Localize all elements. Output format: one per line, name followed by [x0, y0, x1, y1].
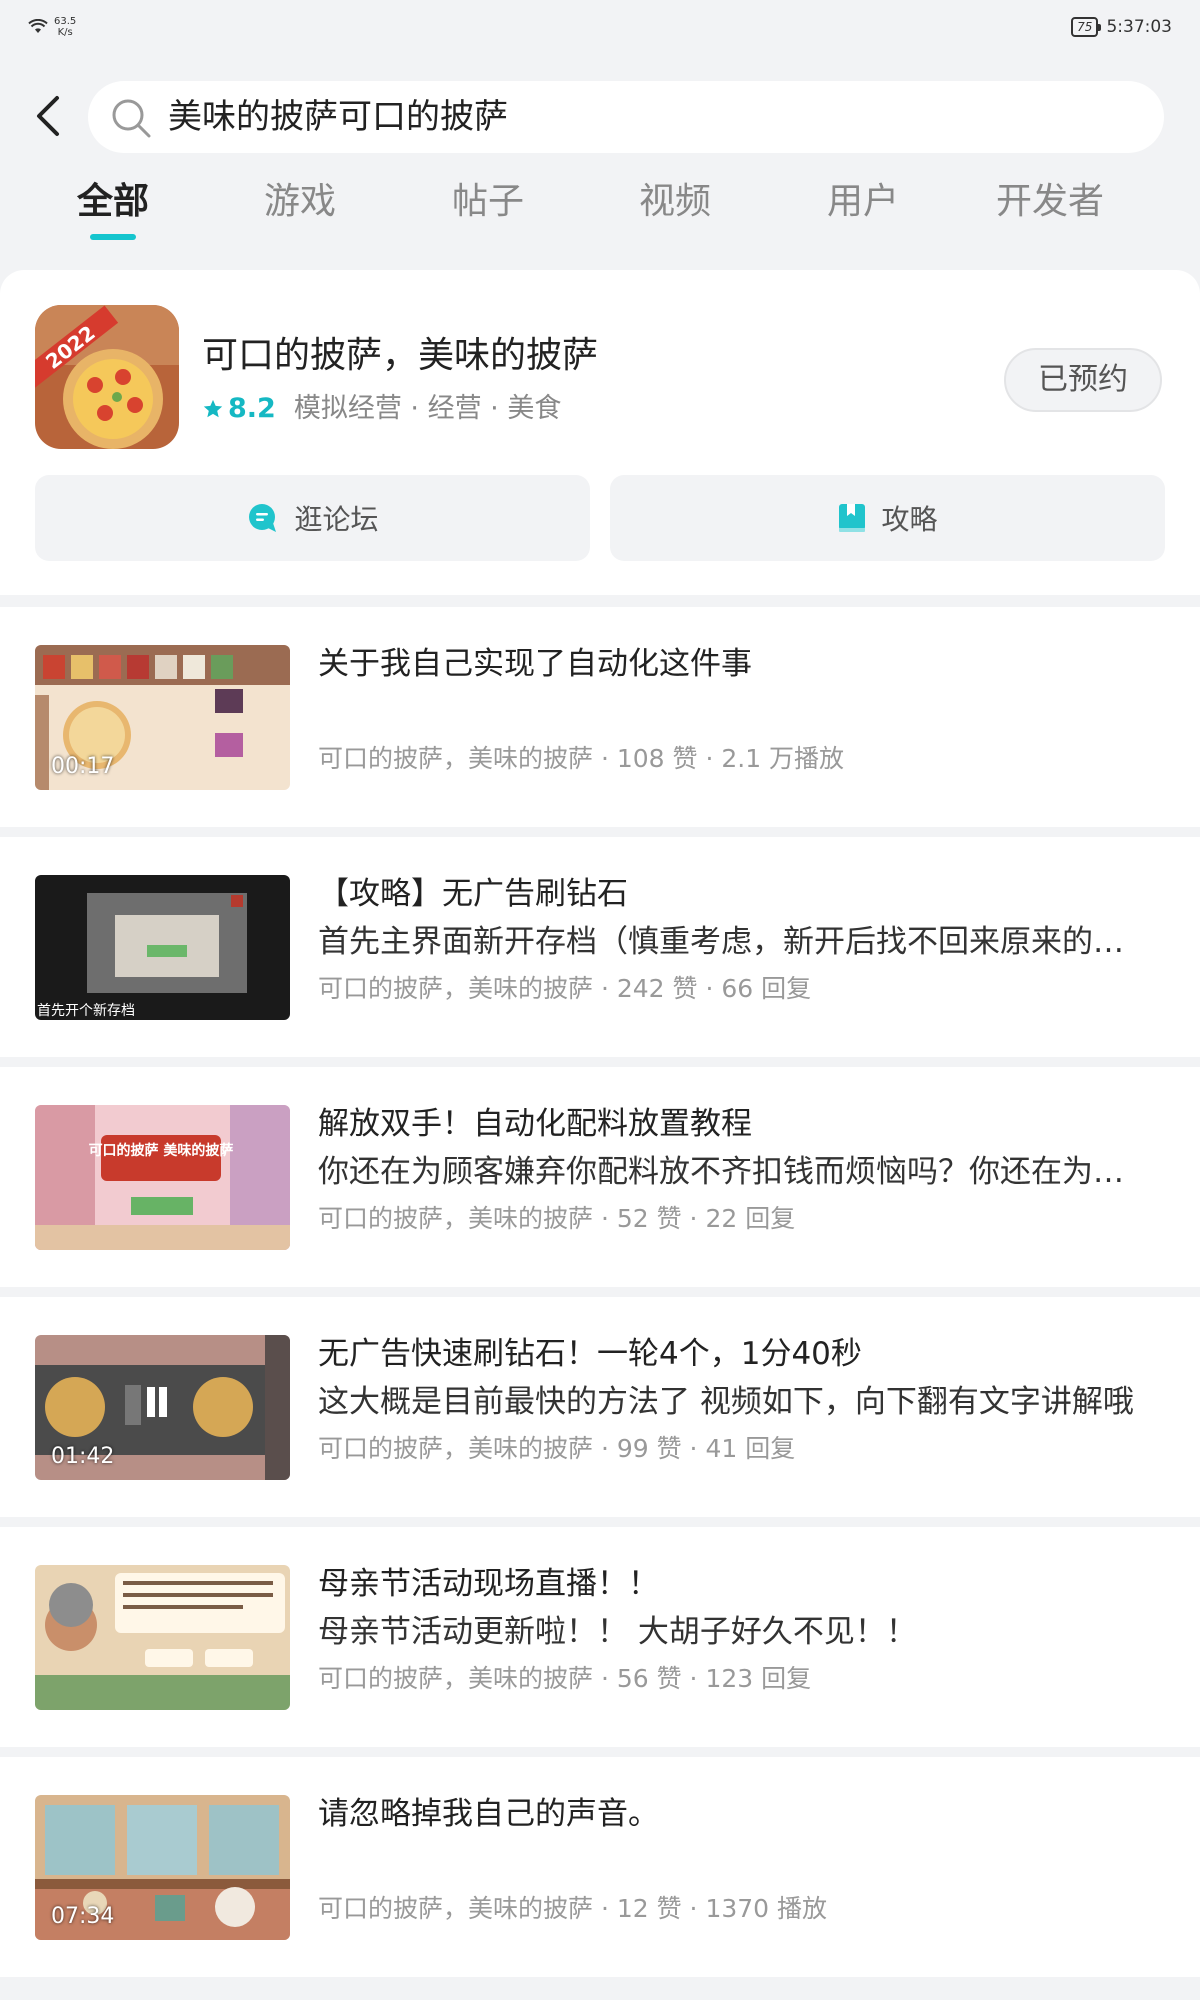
thumbnail-caption: 可口的披萨 美味的披萨 — [89, 1142, 234, 1159]
tab-label: 帖子 — [451, 181, 524, 222]
tab-label: 开发者 — [995, 181, 1104, 222]
back-button[interactable] — [20, 88, 76, 144]
video-duration: 01:42 — [51, 1444, 115, 1469]
video-thumbnail: 00:17 — [35, 645, 290, 790]
network-speed-unit: K/s — [57, 27, 73, 38]
book-icon — [839, 504, 866, 532]
item-title: 解放双手！自动化配料放置教程 — [318, 1106, 752, 1142]
item-meta: 可口的披萨，美味的披萨 · 99 赞 · 41 回复 — [318, 1434, 796, 1463]
network-speed: 63.5 K/s — [54, 16, 76, 38]
post-item[interactable]: 母亲节活动现场直播！！ 母亲节活动更新啦！！ 大胡子好久不见！！ 可口的披萨，美… — [0, 1527, 1200, 1747]
network-speed-value: 63.5 — [54, 16, 77, 27]
tab-label: 用户 — [826, 181, 899, 222]
battery-icon: 75 — [1071, 17, 1102, 37]
tab-label: 游戏 — [263, 181, 336, 222]
video-thumbnail: 01:42 — [35, 1335, 290, 1480]
search-icon — [112, 99, 151, 138]
network-status: 63.5 K/s — [28, 16, 76, 38]
item-title: 【攻略】无广告刷钻石 — [318, 876, 628, 912]
item-description: 首先主界面新开存档（慎重考虑，新开后找不回来原来的存档） — [318, 924, 1148, 960]
status-bar: 63.5 K/s 75 5:37:03 — [0, 0, 1200, 56]
item-meta: 可口的披萨，美味的披萨 · 52 赞 · 22 回复 — [318, 1204, 796, 1233]
search-query: 美味的披萨可口的披萨 — [168, 97, 508, 137]
reserved-button[interactable]: 已预约 — [1004, 348, 1162, 412]
item-description: 母亲节活动更新啦！！ 大胡子好久不见！！ — [318, 1614, 917, 1650]
post-item[interactable]: 首先开个新存档 【攻略】无广告刷钻石 首先主界面新开存档（慎重考虑，新开后找不回… — [0, 837, 1200, 1057]
search-row: 美味的披萨可口的披萨 — [0, 78, 1200, 154]
post-thumbnail — [35, 1565, 290, 1710]
video-item[interactable]: 00:17 关于我自己实现了自动化这件事 可口的披萨，美味的披萨 · 108 赞… — [0, 607, 1200, 827]
chat-bubble-icon — [249, 504, 277, 532]
search-input[interactable]: 美味的披萨可口的披萨 — [88, 81, 1164, 153]
item-description: 这大概是目前最快的方法了 视频如下，向下翻有文字讲解哦 — [318, 1384, 1134, 1420]
tab-users[interactable]: 用户 — [793, 180, 933, 224]
post-thumbnail: 可口的披萨 美味的披萨 — [35, 1105, 290, 1250]
chevron-left-icon — [37, 96, 59, 136]
item-meta: 可口的披萨，美味的披萨 · 56 赞 · 123 回复 — [318, 1664, 812, 1693]
item-meta: 可口的披萨，美味的披萨 · 242 赞 · 66 回复 — [318, 974, 812, 1003]
video-item[interactable]: 01:42 无广告快速刷钻石！一轮4个，1分40秒 这大概是目前最快的方法了 视… — [0, 1297, 1200, 1517]
tab-label: 视频 — [638, 181, 711, 222]
video-duration: 00:17 — [51, 754, 115, 779]
guide-button[interactable]: 攻略 — [610, 475, 1165, 561]
thumbnail-caption: 首先开个新存档 — [37, 1003, 135, 1019]
video-thumbnail: 07:34 — [35, 1795, 290, 1940]
game-card[interactable]: 2022 可口的披萨，美味的披萨 8.2 模拟经营 · 经营 · 美食 已预约 … — [0, 270, 1200, 595]
video-duration: 07:34 — [51, 1904, 115, 1929]
search-tabs: 全部 游戏 帖子 视频 用户 开发者 — [0, 180, 1200, 250]
video-item[interactable]: 07:34 请忽略掉我自己的声音。 可口的披萨，美味的披萨 · 12 赞 · 1… — [0, 1757, 1200, 1977]
star-icon — [203, 399, 223, 418]
forum-button[interactable]: 逛论坛 — [35, 475, 590, 561]
post-thumbnail: 首先开个新存档 — [35, 875, 290, 1020]
wifi-icon — [28, 19, 48, 33]
guide-button-label: 攻略 — [881, 503, 938, 536]
tab-all[interactable]: 全部 — [43, 180, 183, 240]
tab-games[interactable]: 游戏 — [230, 180, 370, 224]
tab-label: 全部 — [76, 181, 149, 222]
item-title: 母亲节活动现场直播！！ — [318, 1566, 659, 1602]
tab-videos[interactable]: 视频 — [605, 180, 745, 224]
item-meta: 可口的披萨，美味的披萨 · 108 赞 · 2.1 万播放 — [318, 744, 845, 773]
status-time: 5:37:03 — [1106, 17, 1172, 37]
item-meta: 可口的披萨，美味的披萨 · 12 赞 · 1370 播放 — [318, 1894, 828, 1923]
game-title[interactable]: 可口的披萨，美味的披萨 — [202, 334, 598, 378]
post-item[interactable]: 可口的披萨 美味的披萨 解放双手！自动化配料放置教程 你还在为顾客嫌弃你配料放不… — [0, 1067, 1200, 1287]
tab-developers[interactable]: 开发者 — [980, 180, 1120, 224]
tab-active-indicator — [90, 234, 136, 240]
item-title: 关于我自己实现了自动化这件事 — [318, 646, 752, 682]
item-title: 无广告快速刷钻石！一轮4个，1分40秒 — [318, 1336, 862, 1372]
forum-button-label: 逛论坛 — [294, 503, 379, 536]
game-meta: 8.2 模拟经营 · 经营 · 美食 — [202, 392, 561, 426]
game-icon[interactable]: 2022 — [35, 305, 179, 449]
tab-posts[interactable]: 帖子 — [418, 180, 558, 224]
game-rating: 8.2 — [228, 393, 276, 424]
game-tags: 模拟经营 · 经营 · 美食 — [293, 393, 562, 424]
item-description: 你还在为顾客嫌弃你配料放不齐扣钱而烦恼吗？你还在为刷钻石烦恼吗 — [318, 1154, 1148, 1190]
item-title: 请忽略掉我自己的声音。 — [318, 1796, 659, 1832]
